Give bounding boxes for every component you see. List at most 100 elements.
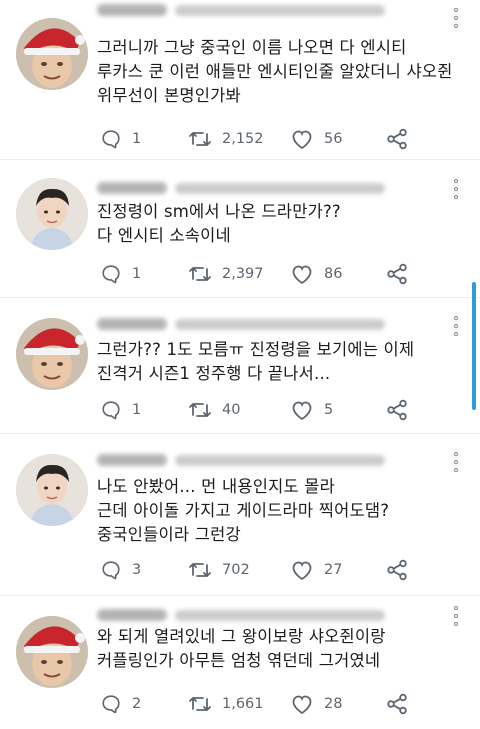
tweet[interactable]: 와 되게 열려있네 그 왕이보랑 샤오쥔이랑 커플링인가 아무튼 엄청 엮던데 … <box>0 596 480 729</box>
author-name-redacted <box>97 4 167 16</box>
share-button[interactable] <box>386 398 408 422</box>
reply-count: 1 <box>132 131 142 147</box>
author-handle-redacted <box>175 318 385 330</box>
more-vertical-icon[interactable] <box>450 316 462 336</box>
tweet-text: 그런가?? 1도 모름ㅠ 진정령을 보기에는 이제 진격거 시즌1 정주행 다 … <box>97 340 415 383</box>
like-button[interactable]: 27 <box>290 558 342 582</box>
tweet[interactable]: 그러니까 그냥 중국인 이름 나오면 다 엔시티 루카스 쿤 이런 애들만 엔시… <box>0 0 480 160</box>
retweet-button[interactable]: 1,661 <box>188 692 264 716</box>
tweet-text: 와 되게 열려있네 그 왕이보랑 샤오쥔이랑 커플링인가 아무튼 엄청 엮던데 … <box>97 627 386 670</box>
share-button[interactable] <box>386 262 408 286</box>
like-count: 27 <box>324 562 343 578</box>
avatar-portrait-icon <box>16 454 88 526</box>
author-handle-redacted <box>175 182 385 194</box>
reply-icon <box>102 265 120 284</box>
share-button[interactable] <box>386 558 408 582</box>
retweet-button[interactable]: 2,397 <box>188 262 264 286</box>
more-vertical-icon[interactable] <box>450 606 462 626</box>
reply-icon <box>102 130 120 149</box>
scrollbar[interactable] <box>472 282 476 410</box>
like-button[interactable]: 56 <box>290 127 342 151</box>
avatar[interactable] <box>16 616 88 688</box>
retweet-count: 2,397 <box>222 266 264 282</box>
like-count: 28 <box>324 696 343 712</box>
share-icon <box>387 128 407 150</box>
reply-count: 3 <box>132 562 142 578</box>
tweet-actions: 1 40 5 <box>100 398 430 422</box>
share-icon <box>387 399 407 421</box>
tweet-text: 진정령이 sm에서 나온 드라만가?? 다 엔시티 소속이네 <box>97 202 341 245</box>
avatar[interactable] <box>16 178 88 250</box>
tweet-actions: 2 1,661 28 <box>100 692 430 716</box>
reply-icon <box>102 561 120 580</box>
author-handle-redacted <box>175 454 385 466</box>
author-handle-redacted <box>175 4 385 16</box>
tweet-author-redacted <box>97 608 440 622</box>
retweet-button[interactable]: 2,152 <box>188 127 264 151</box>
avatar[interactable] <box>16 318 88 390</box>
more-vertical-icon[interactable] <box>450 452 462 472</box>
tweet-author-redacted <box>97 3 440 17</box>
reply-count: 1 <box>132 402 142 418</box>
tweet[interactable]: 진정령이 sm에서 나온 드라만가?? 다 엔시티 소속이네 1 2,397 8… <box>0 160 480 298</box>
share-icon <box>387 559 407 581</box>
avatar[interactable] <box>16 454 88 526</box>
retweet-count: 1,661 <box>222 696 264 712</box>
tweet-author-redacted <box>97 181 440 195</box>
tweet-timeline: 그러니까 그냥 중국인 이름 나오면 다 엔시티 루카스 쿤 이런 애들만 엔시… <box>0 0 480 729</box>
like-icon <box>292 265 312 285</box>
more-vertical-icon[interactable] <box>450 179 462 199</box>
like-button[interactable]: 5 <box>290 398 333 422</box>
share-button[interactable] <box>386 692 408 716</box>
reply-button[interactable]: 2 <box>100 692 141 716</box>
avatar-santa-hat-icon <box>16 18 88 90</box>
author-name-redacted <box>97 454 167 466</box>
tweet-text: 그러니까 그냥 중국인 이름 나오면 다 엔시티 루카스 쿤 이런 애들만 엔시… <box>97 38 453 105</box>
like-button[interactable]: 28 <box>290 692 342 716</box>
tweet-actions: 1 2,152 56 <box>100 127 430 151</box>
tweet-actions: 3 702 27 <box>100 558 430 582</box>
author-name-redacted <box>97 182 167 194</box>
like-count: 56 <box>324 131 343 147</box>
retweet-icon <box>189 563 211 577</box>
more-vertical-icon[interactable] <box>450 8 462 28</box>
author-name-redacted <box>97 609 167 621</box>
like-icon <box>292 401 312 421</box>
like-icon <box>292 130 312 150</box>
reply-button[interactable]: 1 <box>100 398 141 422</box>
author-name-redacted <box>97 318 167 330</box>
retweet-count: 2,152 <box>222 131 264 147</box>
reply-icon <box>102 695 120 714</box>
retweet-icon <box>189 697 211 711</box>
like-count: 5 <box>324 402 334 418</box>
reply-icon <box>102 401 120 420</box>
tweet-author-redacted <box>97 453 440 467</box>
author-handle-redacted <box>175 609 385 621</box>
retweet-button[interactable]: 702 <box>188 558 250 582</box>
avatar-santa-hat-icon <box>16 616 88 688</box>
like-icon <box>292 695 312 715</box>
tweet[interactable]: 나도 안봤어... 먼 내용인지도 몰라 근데 아이돌 가지고 게이드라마 찍어… <box>0 434 480 596</box>
share-button[interactable] <box>386 127 408 151</box>
avatar[interactable] <box>16 18 88 90</box>
retweet-icon <box>189 132 211 146</box>
retweet-icon <box>189 403 211 417</box>
tweet-text: 나도 안봤어... 먼 내용인지도 몰라 근데 아이돌 가지고 게이드라마 찍어… <box>97 477 390 544</box>
avatar-portrait-icon <box>16 178 88 250</box>
share-icon <box>387 693 407 715</box>
tweet[interactable]: 그런가?? 1도 모름ㅠ 진정령을 보기에는 이제 진격거 시즌1 정주행 다 … <box>0 298 480 434</box>
tweet-actions: 1 2,397 86 <box>100 262 430 286</box>
retweet-count: 40 <box>222 402 241 418</box>
like-button[interactable]: 86 <box>290 262 342 286</box>
reply-button[interactable]: 3 <box>100 558 141 582</box>
reply-button[interactable]: 1 <box>100 127 141 151</box>
retweet-count: 702 <box>222 562 250 578</box>
retweet-icon <box>189 267 211 281</box>
reply-button[interactable]: 1 <box>100 262 141 286</box>
like-icon <box>292 561 312 581</box>
reply-count: 1 <box>132 266 142 282</box>
avatar-santa-hat-icon <box>16 318 88 390</box>
retweet-button[interactable]: 40 <box>188 398 240 422</box>
reply-count: 2 <box>132 696 142 712</box>
share-icon <box>387 263 407 285</box>
